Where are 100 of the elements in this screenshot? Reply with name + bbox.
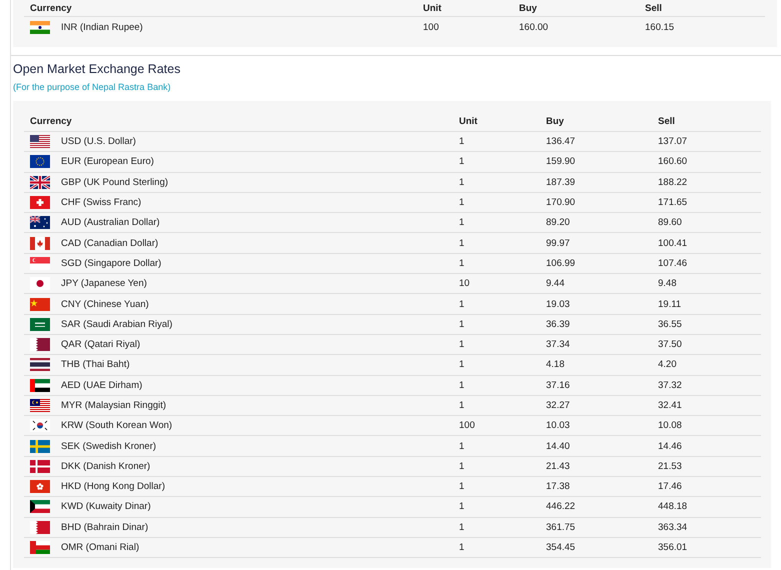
flag-icon bbox=[30, 298, 50, 311]
table-cell-text: 1 bbox=[458, 258, 466, 269]
table-cell-text: 10.03 bbox=[545, 420, 571, 432]
flag-icon bbox=[30, 500, 50, 514]
table-cell-text: 107.46 bbox=[657, 258, 688, 269]
table-cell-text: 1 bbox=[458, 400, 466, 411]
flag-icon bbox=[30, 277, 50, 290]
table-cell: CNY (Chinese Yuan) bbox=[61, 298, 149, 310]
flag-icon bbox=[30, 318, 50, 331]
table-cell: SEK (Swedish Kroner) bbox=[61, 440, 156, 452]
flag-icon bbox=[30, 520, 50, 534]
table-cell-text: 171.65 bbox=[657, 197, 688, 208]
table-cell-text: 1 bbox=[458, 380, 466, 391]
table-cell-text: 32.41 bbox=[657, 400, 683, 411]
table-cell-text: 99.97 bbox=[545, 238, 571, 249]
table-cell-text: 10.08 bbox=[657, 420, 683, 432]
table-cell-text: 89.60 bbox=[657, 217, 683, 228]
table-cell: JPY (Japanese Yen) bbox=[61, 278, 147, 290]
table-cell-text: 1 bbox=[458, 522, 466, 533]
flag-icon bbox=[30, 358, 50, 372]
table-cell-text: 37.50 bbox=[657, 339, 683, 350]
flag-icon bbox=[30, 196, 50, 210]
flag-icon bbox=[30, 440, 50, 453]
column-header: Unit bbox=[422, 2, 442, 14]
table-cell-text: 1 bbox=[458, 197, 466, 208]
table-cell: CHF (Swiss Franc) bbox=[61, 197, 142, 208]
table-cell: QAR (Qatari Riyal) bbox=[61, 339, 140, 350]
table-cell-text: 170.90 bbox=[545, 197, 576, 208]
table-cell-text: 10 bbox=[458, 278, 471, 290]
table-cell-text: 106.99 bbox=[545, 258, 576, 269]
table-cell: CAD (Canadian Dollar) bbox=[61, 238, 158, 249]
flag-icon bbox=[30, 338, 50, 352]
table-cell: AED (UAE Dirham) bbox=[61, 380, 142, 391]
table-cell-text: 1 bbox=[458, 298, 466, 310]
flag-icon bbox=[30, 155, 50, 168]
column-header: Currency bbox=[29, 2, 73, 14]
table-cell-text: 1 bbox=[458, 542, 466, 554]
flag-icon bbox=[30, 21, 50, 34]
flag-icon bbox=[30, 541, 50, 554]
column-header: Sell bbox=[657, 116, 676, 127]
table-cell-text: 19.11 bbox=[657, 298, 682, 310]
table-cell-text: 36.39 bbox=[545, 318, 571, 330]
table-cell: GBP (UK Pound Sterling) bbox=[61, 176, 168, 188]
table-cell: MYR (Malaysian Ringgit) bbox=[61, 400, 166, 411]
table-cell-text: 137.07 bbox=[657, 136, 688, 148]
table-cell-text: 1 bbox=[458, 156, 466, 168]
table-cell-text: 17.46 bbox=[657, 481, 683, 492]
table-cell-text: 37.16 bbox=[545, 380, 571, 391]
column-header: Buy bbox=[545, 116, 565, 127]
flag-icon bbox=[30, 216, 50, 230]
flag-icon bbox=[30, 399, 50, 412]
table-cell-text: 361.75 bbox=[545, 522, 576, 533]
table-cell-text: 1 bbox=[458, 339, 466, 350]
table-cell-text: 187.39 bbox=[545, 176, 576, 188]
table-cell-text: 4.18 bbox=[545, 359, 566, 370]
table-cell-text: 36.55 bbox=[657, 318, 683, 330]
table-cell: INR (Indian Rupee) bbox=[61, 22, 143, 33]
table-cell-text: 356.01 bbox=[657, 542, 688, 554]
table-cell-text: 37.32 bbox=[657, 380, 683, 391]
table-cell: DKK (Danish Kroner) bbox=[61, 460, 150, 472]
table-cell-text: 1 bbox=[458, 238, 466, 249]
column-header: Sell bbox=[644, 2, 663, 14]
table-cell-text: 21.43 bbox=[545, 460, 571, 472]
table-cell-text: 448.18 bbox=[657, 501, 688, 512]
table-cell-text: 100.41 bbox=[657, 238, 688, 249]
table-cell: OMR (Omani Rial) bbox=[61, 542, 140, 554]
table-cell-text: 19.03 bbox=[545, 298, 571, 310]
table-cell-text: 136.47 bbox=[545, 136, 576, 148]
table-cell: BHD (Bahrain Dinar) bbox=[61, 522, 148, 533]
table-cell-text: 354.45 bbox=[545, 542, 576, 554]
table-cell-text: 100 bbox=[458, 420, 476, 432]
table-cell-text: 9.48 bbox=[657, 278, 678, 290]
table-cell-text: 159.90 bbox=[545, 156, 576, 168]
table-cell-text: 160.00 bbox=[518, 22, 550, 33]
table-cell: KRW (South Korean Won) bbox=[61, 420, 172, 432]
table-cell-text: 1 bbox=[458, 481, 466, 492]
table-cell: THB (Thai Baht) bbox=[61, 359, 130, 370]
section-subtitle: (For the purpose of Nepal Rastra Bank) bbox=[13, 82, 172, 92]
table-cell-text: 89.20 bbox=[545, 217, 571, 228]
table-cell-text: 37.34 bbox=[545, 339, 571, 350]
table-cell-text: 1 bbox=[458, 136, 466, 148]
table-cell-text: 4.20 bbox=[657, 359, 678, 370]
flag-icon bbox=[30, 378, 50, 392]
table-cell: KWD (Kuwaity Dinar) bbox=[61, 501, 151, 512]
flag-icon bbox=[30, 135, 50, 148]
table-cell-text: 1 bbox=[458, 359, 466, 370]
column-header: Buy bbox=[518, 2, 538, 14]
column-header: Currency bbox=[29, 116, 73, 127]
flag-icon bbox=[30, 176, 50, 189]
section-title: Open Market Exchange Rates bbox=[13, 62, 182, 76]
table-cell-text: 14.40 bbox=[545, 440, 571, 452]
flag-icon bbox=[30, 480, 50, 494]
flag-icon bbox=[30, 460, 50, 473]
table-cell: HKD (Hong Kong Dollar) bbox=[61, 481, 166, 492]
table-cell-text: 1 bbox=[458, 217, 466, 228]
flag-icon bbox=[30, 236, 50, 250]
table-cell-text: 1 bbox=[458, 318, 466, 330]
table-cell: SGD (Singapore Dollar) bbox=[61, 258, 162, 269]
table-cell-text: 160.15 bbox=[644, 22, 676, 33]
column-header: Unit bbox=[458, 116, 478, 127]
